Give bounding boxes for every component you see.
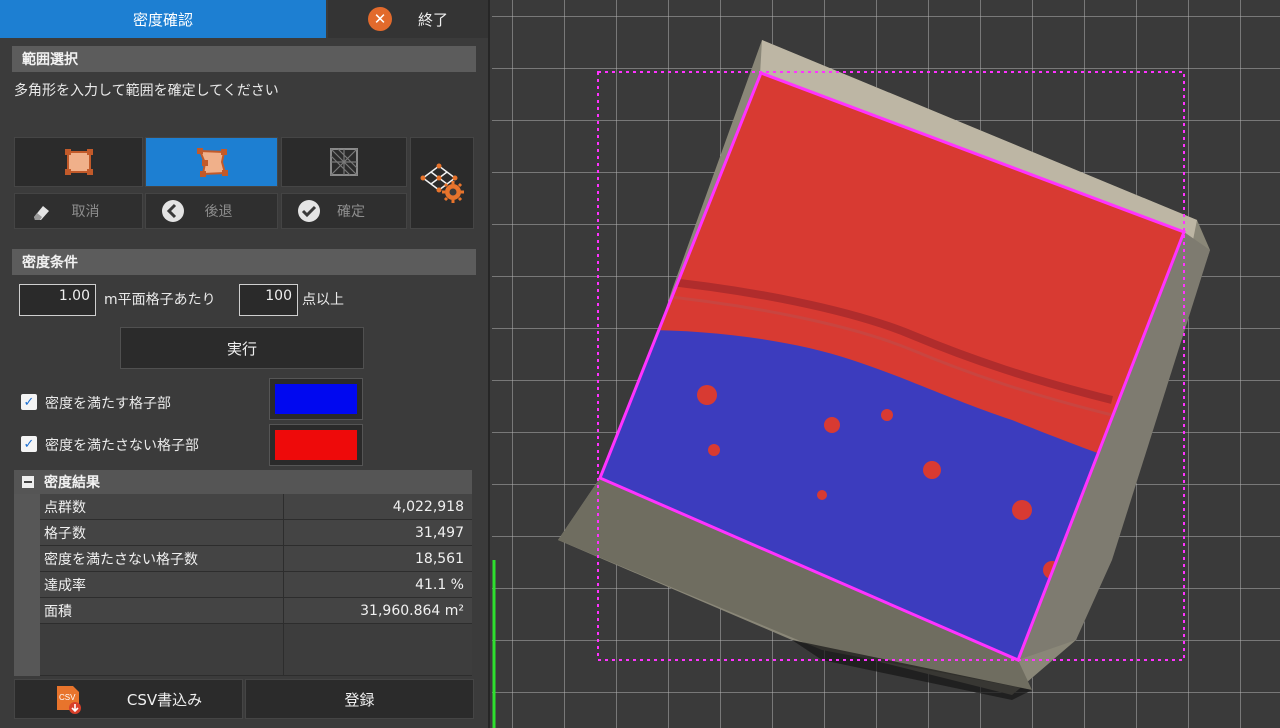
- table-row: 密度を満たさない格子数 18,561: [40, 546, 472, 572]
- density-panel: 密度確認 ✕ 終了 範囲選択 多角形を入力して範囲を確定してください 取消 後退…: [0, 0, 490, 728]
- satisfied-label: 密度を満たす格子部: [45, 396, 171, 412]
- grid-settings-icon: [420, 163, 464, 203]
- range-selection-title: 範囲選択: [22, 52, 78, 68]
- results-title: 密度結果: [44, 475, 100, 491]
- run-label: 実行: [226, 339, 257, 358]
- confirm-button[interactable]: 確定: [281, 193, 407, 229]
- unsatisfied-color-picker[interactable]: [269, 424, 363, 466]
- back-button[interactable]: 後退: [145, 193, 278, 229]
- result-value: 31,497: [415, 524, 464, 541]
- exit-button[interactable]: ✕ 終了: [328, 0, 488, 38]
- point-cloud-viewport[interactable]: [492, 0, 1280, 728]
- exit-label: 終了: [417, 10, 448, 29]
- result-label: 格子数: [40, 520, 284, 545]
- result-label: 面積: [40, 598, 284, 623]
- check-circle-icon: [296, 198, 322, 224]
- table-row: 点群数 4,022,918: [40, 494, 472, 520]
- range-instruction: 多角形を入力して範囲を確定してください: [14, 83, 279, 99]
- grid-size-input[interactable]: 1.00: [19, 284, 96, 316]
- viewport-canvas[interactable]: [492, 0, 1280, 728]
- cancel-button[interactable]: 取消: [14, 193, 143, 229]
- result-value: 31,960.864 m²: [360, 602, 464, 619]
- result-value: 4,022,918: [392, 498, 464, 515]
- result-label-empty: [40, 624, 284, 675]
- tab-density-check[interactable]: 密度確認: [0, 0, 326, 38]
- mesh-icon: [330, 148, 358, 176]
- density-conditions-header: 密度条件: [12, 249, 476, 275]
- rectangle-tool-button[interactable]: [14, 137, 143, 187]
- csv-export-label: CSV書込み: [126, 690, 203, 709]
- satisfied-color-picker[interactable]: [269, 378, 363, 420]
- result-label: 点群数: [40, 494, 284, 519]
- result-value: 18,561: [415, 550, 464, 567]
- min-points-input[interactable]: 100: [239, 284, 298, 316]
- density-conditions-title: 密度条件: [22, 255, 78, 271]
- results-gutter: [14, 494, 40, 676]
- unsatisfied-color-swatch: [275, 430, 357, 460]
- mesh-tool-button[interactable]: [281, 137, 407, 187]
- csv-file-icon: CSV: [56, 686, 81, 714]
- grid-size-unit: m平面格子あたり: [104, 292, 216, 308]
- register-label: 登録: [344, 690, 375, 709]
- collapse-icon[interactable]: [22, 476, 34, 488]
- table-row: 面積 31,960.864 m²: [40, 598, 472, 624]
- grid-settings-button[interactable]: [410, 137, 474, 229]
- unsatisfied-label: 密度を満たさない格子部: [45, 438, 199, 454]
- min-points-unit: 点以上: [302, 292, 344, 308]
- register-button[interactable]: 登録: [245, 679, 474, 719]
- back-label: 後退: [204, 204, 233, 220]
- table-row-empty: [40, 624, 472, 676]
- tab-density-check-label: 密度確認: [132, 10, 193, 29]
- close-icon: ✕: [367, 7, 392, 31]
- satisfied-checkbox[interactable]: ✓: [21, 394, 37, 410]
- polygon-tool-button[interactable]: [145, 137, 278, 187]
- run-button[interactable]: 実行: [120, 327, 364, 369]
- result-value-empty: [284, 624, 472, 675]
- table-row: 達成率 41.1 %: [40, 572, 472, 598]
- unsatisfied-checkbox[interactable]: ✓: [21, 436, 37, 452]
- satisfied-color-swatch: [275, 384, 357, 414]
- confirm-label: 確定: [337, 204, 365, 220]
- table-row: 格子数 31,497: [40, 520, 472, 546]
- back-arrow-icon: [160, 198, 186, 224]
- results-table: 点群数 4,022,918 格子数 31,497 密度を満たさない格子数 18,…: [14, 494, 472, 676]
- csv-export-button[interactable]: CSV CSV書込み: [14, 679, 243, 719]
- result-label: 達成率: [40, 572, 284, 597]
- csv-icon-text: CSV: [59, 693, 76, 702]
- result-value: 41.1 %: [415, 576, 464, 593]
- rectangle-select-icon: [64, 149, 93, 175]
- result-label: 密度を満たさない格子数: [40, 546, 284, 571]
- range-selection-header: 範囲選択: [12, 46, 476, 72]
- eraser-icon: [29, 198, 55, 224]
- results-header[interactable]: 密度結果: [14, 470, 472, 494]
- cancel-label: 取消: [71, 204, 100, 220]
- polygon-select-icon: [196, 148, 228, 177]
